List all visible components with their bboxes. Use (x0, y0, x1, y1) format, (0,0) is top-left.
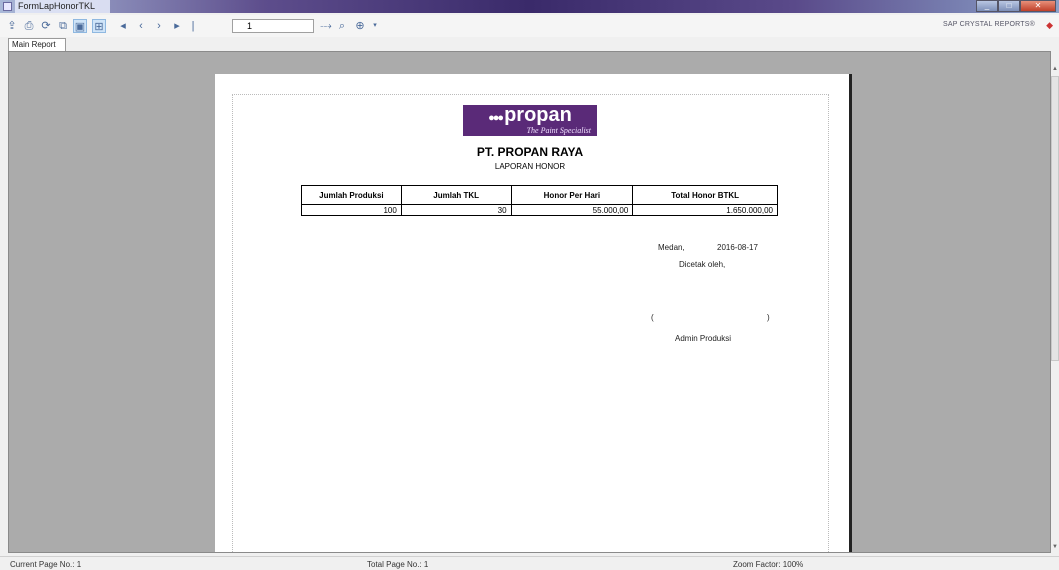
total-page-status: Total Page No.: 1 (367, 560, 429, 569)
separator-icon: | (191, 20, 195, 32)
refresh-icon[interactable]: ⟳ (39, 19, 53, 33)
window-title: FormLapHonorTKL (15, 0, 110, 13)
city-label: Medan, (658, 243, 685, 252)
goto-page-icon[interactable]: ⤏ (319, 19, 333, 33)
col-jumlah-tkl: Jumlah TKL (400, 185, 512, 205)
status-bar: Current Page No.: 1 Total Page No.: 1 Zo… (0, 556, 1059, 570)
next-page-icon[interactable]: › (152, 19, 166, 33)
report-date: 2016-08-17 (717, 243, 758, 252)
window-titlebar: FormLapHonorTKL _ □ ✕ (0, 0, 1059, 13)
goto-page-input[interactable]: 1 (232, 19, 314, 33)
cell-total-honor-btkl: 1.650.000,00 (632, 204, 778, 216)
copy-icon[interactable]: ⧉ (56, 19, 70, 33)
scrollbar-thumb[interactable] (1051, 76, 1059, 361)
col-honor-per-hari: Honor Per Hari (510, 185, 634, 205)
signatory-label: Admin Produksi (675, 334, 732, 343)
scroll-down-icon[interactable]: ▼ (1052, 544, 1058, 550)
report-viewer[interactable]: ●●● propan The Paint Specialist PT. PROPA… (8, 51, 1051, 553)
crystal-reports-brand: SAP CRYSTAL REPORTS® (942, 21, 1035, 28)
app-icon (3, 2, 12, 11)
current-page-status: Current Page No.: 1 (10, 560, 82, 569)
close-button[interactable]: ✕ (1020, 0, 1056, 12)
logo-tagline: The Paint Specialist (526, 126, 591, 135)
previous-page-icon[interactable]: ‹ (134, 19, 148, 33)
cell-jumlah-produksi: 100 (301, 204, 402, 216)
last-page-icon[interactable]: ▸ (170, 19, 184, 33)
propan-logo: ●●● propan The Paint Specialist (463, 105, 597, 136)
toggle-group-tree-icon[interactable]: ⊞ (92, 19, 106, 33)
table-header-row: Jumlah Produksi Jumlah TKL Honor Per Har… (301, 185, 778, 205)
report-toolbar: ⇪ ⎙ ⟳ ⧉ ▣ ⊞ ◂ ‹ › ▸ | 1 ⤏ ⌕ ⊕ ▾ SAP CRYS… (0, 15, 1059, 37)
tab-main-report[interactable]: Main Report (8, 38, 66, 51)
table-row: 100 30 55.000,00 1.650.000,00 (301, 204, 778, 216)
signature-paren-open: ( (651, 313, 654, 322)
zoom-factor-status: Zoom Factor: 100% (733, 560, 804, 569)
col-total-honor-btkl: Total Honor BTKL (632, 185, 778, 205)
company-name: PT. PROPAN RAYA (476, 145, 584, 159)
scroll-up-icon[interactable]: ▲ (1052, 66, 1058, 72)
brand-logo-icon: ◆ (1046, 20, 1053, 30)
maximize-button[interactable]: □ (998, 0, 1020, 12)
report-page: ●●● propan The Paint Specialist PT. PROPA… (215, 74, 852, 552)
printed-by-label: Dicetak oleh, (679, 260, 726, 269)
honor-table: Jumlah Produksi Jumlah TKL Honor Per Har… (301, 185, 778, 216)
logo-text: propan (504, 104, 572, 126)
export-icon[interactable]: ⇪ (5, 19, 19, 33)
cell-jumlah-tkl: 30 (400, 204, 512, 216)
zoom-dropdown-icon[interactable]: ▾ (368, 19, 382, 33)
print-icon[interactable]: ⎙ (22, 19, 36, 33)
toggle-parameter-panel-icon[interactable]: ▣ (73, 19, 87, 33)
cell-honor-per-hari: 55.000,00 (510, 204, 634, 216)
vertical-scrollbar[interactable]: ▲ ▼ (1051, 66, 1059, 553)
logo-dots-icon: ●●● (488, 112, 504, 124)
find-icon[interactable]: ⌕ (335, 19, 349, 33)
minimize-button[interactable]: _ (976, 0, 998, 12)
signature-paren-close: ) (767, 313, 770, 322)
first-page-icon[interactable]: ◂ (116, 19, 130, 33)
zoom-icon[interactable]: ⊕ (353, 19, 367, 33)
col-jumlah-produksi: Jumlah Produksi (301, 185, 402, 205)
window-controls: _ □ ✕ (976, 0, 1056, 12)
report-title: LAPORAN HONOR (494, 162, 566, 171)
